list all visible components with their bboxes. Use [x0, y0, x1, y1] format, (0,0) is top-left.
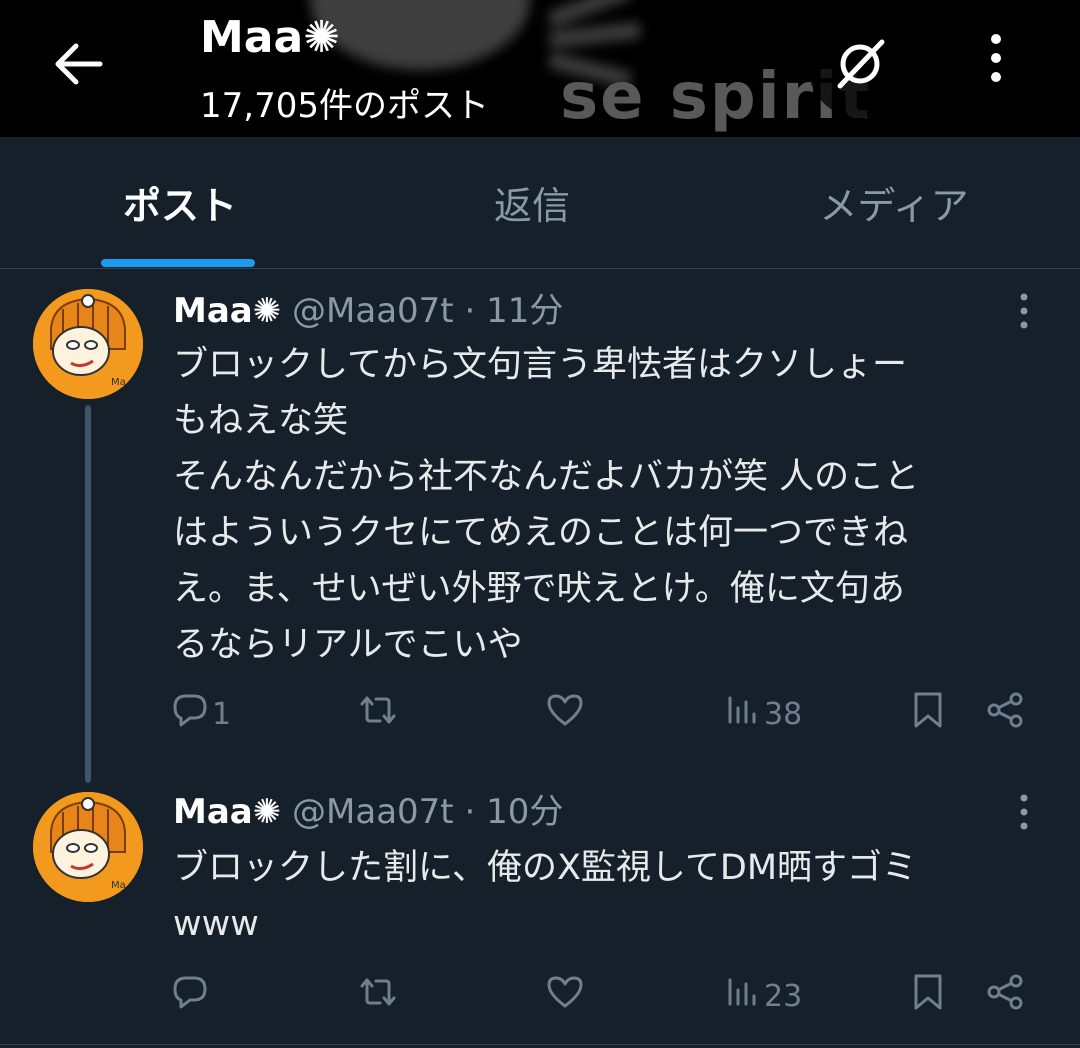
post-actions: 23 — [0, 966, 1080, 1026]
share-icon — [986, 692, 1026, 736]
post-menu-button[interactable] — [1004, 784, 1044, 844]
svg-text:Ma: Ma — [111, 880, 126, 891]
post-text: ブロックした割に、俺のX監視してDM晒すゴミ www — [173, 840, 1053, 952]
views-icon — [724, 974, 760, 1018]
profile-name: Maa✺ — [200, 12, 341, 63]
post-count: 17,705件のポスト — [200, 86, 489, 126]
view-count: 38 — [764, 696, 803, 732]
grok-icon — [832, 36, 888, 96]
reply-count: 1 — [212, 696, 232, 732]
reply-icon — [172, 692, 208, 736]
views-button[interactable]: 23 — [724, 966, 802, 1026]
post-text-line: え。ま、せいぜい外野で吠えとけ。俺に文句あ — [173, 569, 905, 609]
views-button[interactable]: 38 — [724, 684, 802, 744]
bookmark-icon — [910, 691, 946, 737]
views-icon — [724, 692, 760, 736]
back-arrow-icon — [52, 42, 104, 90]
more-vertical-icon — [1019, 291, 1029, 335]
like-icon — [545, 692, 585, 736]
like-button[interactable] — [545, 684, 585, 744]
author-handle[interactable]: @Maa07t — [292, 291, 454, 331]
back-button[interactable] — [40, 28, 116, 104]
reply-button[interactable]: 1 — [172, 684, 231, 744]
more-vertical-icon — [989, 32, 1003, 88]
like-button[interactable] — [545, 966, 585, 1026]
repost-icon — [356, 974, 400, 1018]
post-text: ブロックしてから文句言う卑怯者はクソしょー もねえな笑 そんなんだから社不なんだ… — [173, 337, 1053, 673]
post-text-line: るならリアルでこいや — [173, 625, 523, 665]
profile-header: se spirit Maa✺ 17,705件のポスト — [0, 0, 1080, 137]
repost-button[interactable] — [356, 966, 400, 1026]
divider — [0, 1044, 1080, 1045]
active-tab-indicator — [101, 259, 255, 267]
post-text-line: もねえな笑 — [173, 401, 349, 441]
post-text-line: ブロックした割に、俺のX監視してDM晒すゴミ — [173, 848, 918, 888]
post-text-line: はよういうクセにてめえのことは何一つできね — [173, 513, 909, 553]
bookmark-button[interactable] — [910, 966, 946, 1026]
like-icon — [545, 974, 585, 1018]
separator: · — [464, 792, 476, 832]
svg-text:Ma: Ma — [111, 377, 126, 388]
author-name[interactable]: Maa✺ — [173, 291, 281, 331]
separator: · — [464, 291, 476, 331]
post-time[interactable]: 11分 — [486, 291, 563, 331]
author-name[interactable]: Maa✺ — [173, 792, 281, 832]
share-button[interactable] — [986, 684, 1026, 744]
tab-posts[interactable]: ポスト — [0, 137, 360, 268]
view-count: 23 — [764, 978, 803, 1014]
more-options-button[interactable] — [958, 22, 1034, 98]
post-text-line: www — [173, 904, 259, 944]
avatar[interactable]: Ma — [33, 289, 143, 399]
post-time[interactable]: 10分 — [486, 792, 563, 832]
post[interactable]: Ma Maa✺ @Maa07t · 11分 ブロックしてから文句言う卑怯者はクソ… — [0, 269, 1080, 774]
avatar[interactable]: Ma — [33, 792, 143, 902]
post-header: Maa✺ @Maa07t · 11分 — [173, 289, 563, 333]
reply-button[interactable] — [172, 966, 212, 1026]
tab-media[interactable]: メディア — [714, 137, 1074, 268]
post-text-line: そんなんだから社不なんだよバカが笑 人のこと — [173, 457, 920, 497]
bookmark-button[interactable] — [910, 684, 946, 744]
post[interactable]: Ma Maa✺ @Maa07t · 10分 ブロックした割に、俺のX監視してDM… — [0, 774, 1080, 1044]
author-handle[interactable]: @Maa07t — [292, 792, 454, 832]
profile-tabs: ポスト 返信 メディア — [0, 137, 1080, 269]
repost-icon — [356, 692, 400, 736]
share-icon — [986, 974, 1026, 1018]
tab-replies[interactable]: 返信 — [352, 137, 712, 268]
post-actions: 1 38 — [0, 684, 1080, 744]
share-button[interactable] — [986, 966, 1026, 1026]
post-menu-button[interactable] — [1004, 283, 1044, 343]
post-header: Maa✺ @Maa07t · 10分 — [173, 790, 563, 834]
post-text-line: ブロックしてから文句言う卑怯者はクソしょー — [173, 345, 907, 385]
repost-button[interactable] — [356, 684, 400, 744]
reply-icon — [172, 974, 208, 1018]
bookmark-icon — [910, 973, 946, 1019]
grok-button[interactable] — [808, 14, 912, 118]
more-vertical-icon — [1019, 792, 1029, 836]
